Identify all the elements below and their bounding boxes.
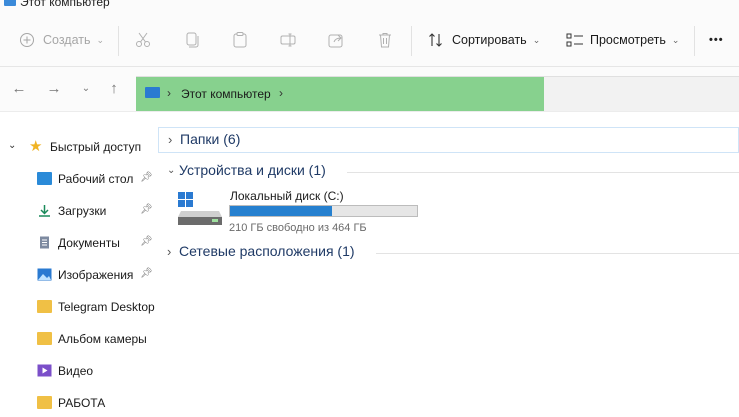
chevron-right-icon[interactable]: › bbox=[167, 86, 171, 100]
command-bar: Создать ⌄ Сортировать ⌄ Просмотреть ⌄ ••… bbox=[0, 10, 739, 67]
pin-icon: 📌︎ bbox=[140, 204, 153, 215]
paste-button[interactable] bbox=[231, 28, 249, 52]
share-button[interactable] bbox=[327, 28, 345, 52]
drive-usage-bar bbox=[229, 205, 418, 217]
chevron-down-icon[interactable]: ⌄ bbox=[167, 165, 175, 176]
share-icon bbox=[328, 34, 343, 48]
divider bbox=[376, 253, 739, 254]
back-arrow-icon[interactable]: ← bbox=[9, 79, 29, 99]
navigation-pane: ⌄ ★ Быстрый доступ Рабочий стол 📌︎ Загру… bbox=[0, 112, 158, 416]
folder-icon bbox=[37, 396, 52, 409]
chevron-down-icon[interactable]: ⌄ bbox=[8, 140, 16, 151]
chevron-down-icon: ⌄ bbox=[96, 34, 105, 45]
plus-circle-icon bbox=[20, 33, 34, 47]
title-bar: Этот компьютер bbox=[0, 0, 739, 10]
more-options-button[interactable]: ••• bbox=[709, 28, 724, 52]
chevron-right-icon[interactable]: › bbox=[168, 132, 172, 147]
pin-icon: 📌︎ bbox=[140, 236, 153, 247]
pin-icon: 📌︎ bbox=[140, 172, 153, 183]
sidebar-item-desktop[interactable]: Рабочий стол 📌︎ bbox=[0, 165, 158, 193]
desktop-icon bbox=[37, 172, 52, 185]
window-title: Этот компьютер bbox=[20, 0, 110, 9]
sidebar-item-work[interactable]: РАБОТА bbox=[0, 389, 158, 417]
sidebar-item-telegram-desktop[interactable]: Telegram Desktop bbox=[0, 293, 158, 321]
sidebar-item-label: Видео bbox=[58, 364, 94, 378]
breadcrumb[interactable]: Этот компьютер bbox=[181, 87, 271, 101]
chevron-down-icon: ⌄ bbox=[671, 34, 680, 45]
recent-chevron-icon[interactable]: ⌄ bbox=[76, 79, 96, 99]
divider bbox=[694, 26, 695, 56]
sidebar-item-label: Быстрый доступ bbox=[50, 140, 142, 154]
folder-icon bbox=[37, 300, 52, 313]
sidebar-item-downloads[interactable]: Загрузки 📌︎ bbox=[0, 197, 158, 225]
chevron-down-icon: ⌄ bbox=[532, 34, 541, 45]
sidebar-item-label: Документы bbox=[58, 236, 120, 250]
trash-icon bbox=[379, 33, 391, 48]
drive-item[interactable]: Локальный диск (C:) 210 ГБ свободно из 4… bbox=[178, 184, 438, 234]
up-arrow-icon[interactable]: ↑ bbox=[104, 79, 124, 99]
drive-free-space: 210 ГБ свободно из 464 ГБ bbox=[229, 222, 367, 234]
sort-label: Сортировать bbox=[452, 33, 527, 47]
create-button[interactable]: Создать ⌄ bbox=[19, 28, 104, 52]
folder-icon bbox=[37, 332, 52, 345]
sidebar-item-label: Изображения bbox=[58, 268, 134, 282]
sidebar-item-label: Telegram Desktop bbox=[58, 300, 155, 314]
forward-arrow-icon[interactable]: → bbox=[44, 79, 64, 99]
pictures-icon bbox=[37, 268, 52, 281]
address-bar[interactable]: › Этот компьютер › bbox=[136, 76, 739, 111]
pin-icon: 📌︎ bbox=[140, 268, 153, 279]
group-label: Устройства и диски (1) bbox=[179, 162, 326, 178]
sidebar-item-label: Рабочий стол bbox=[58, 172, 134, 186]
sort-icon bbox=[429, 33, 442, 47]
sidebar-item-label: Загрузки bbox=[58, 204, 107, 218]
group-header-network[interactable]: › Сетевые расположения (1) bbox=[158, 240, 739, 266]
group-header-folders[interactable]: › Папки (6) bbox=[158, 127, 739, 153]
cut-button[interactable] bbox=[134, 28, 152, 52]
sidebar-item-camera-roll[interactable]: Альбом камеры bbox=[0, 325, 158, 353]
sidebar-item-videos[interactable]: Видео bbox=[0, 357, 158, 385]
divider bbox=[411, 26, 412, 56]
create-label: Создать bbox=[43, 33, 91, 47]
group-label: Папки (6) bbox=[180, 131, 241, 147]
clipboard-icon bbox=[233, 32, 247, 48]
sidebar-item-pictures[interactable]: Изображения 📌︎ bbox=[0, 261, 158, 289]
copy-button[interactable] bbox=[183, 28, 201, 52]
video-icon bbox=[37, 364, 52, 377]
sidebar-item-documents[interactable]: Документы 📌︎ bbox=[0, 229, 158, 257]
view-label: Просмотреть bbox=[590, 33, 666, 47]
group-label: Сетевые расположения (1) bbox=[179, 243, 355, 259]
chevron-right-icon[interactable]: › bbox=[167, 244, 171, 259]
rename-button[interactable] bbox=[279, 28, 297, 52]
computer-icon bbox=[145, 87, 160, 98]
sidebar-item-label: Альбом камеры bbox=[58, 332, 147, 346]
delete-button[interactable] bbox=[376, 28, 394, 52]
documents-icon bbox=[40, 236, 49, 249]
sort-button[interactable]: Сортировать ⌄ bbox=[428, 28, 540, 52]
divider bbox=[347, 172, 739, 173]
star-icon: ★ bbox=[29, 138, 43, 155]
rename-icon bbox=[280, 33, 296, 47]
sidebar-item-label: РАБОТА bbox=[58, 396, 106, 410]
navigation-bar: ← → ⌄ ↑ › Этот компьютер › bbox=[0, 67, 739, 112]
chevron-right-icon[interactable]: › bbox=[279, 86, 283, 100]
divider bbox=[118, 26, 119, 56]
drive-usage-fill bbox=[230, 206, 333, 216]
computer-icon bbox=[4, 0, 16, 6]
sidebar-item-quick-access[interactable]: ⌄ ★ Быстрый доступ bbox=[0, 133, 158, 161]
file-list: › Папки (6) ⌄ Устройства и диски (1) Лок… bbox=[158, 112, 739, 416]
view-button[interactable]: Просмотреть ⌄ bbox=[566, 28, 679, 52]
copy-icon bbox=[186, 32, 199, 48]
group-header-devices[interactable]: ⌄ Устройства и диски (1) bbox=[158, 159, 739, 185]
download-icon bbox=[39, 205, 50, 217]
scissors-icon bbox=[136, 32, 150, 47]
view-list-icon bbox=[566, 33, 583, 47]
drive-name: Локальный диск (C:) bbox=[230, 189, 344, 203]
hard-drive-icon bbox=[178, 192, 222, 225]
